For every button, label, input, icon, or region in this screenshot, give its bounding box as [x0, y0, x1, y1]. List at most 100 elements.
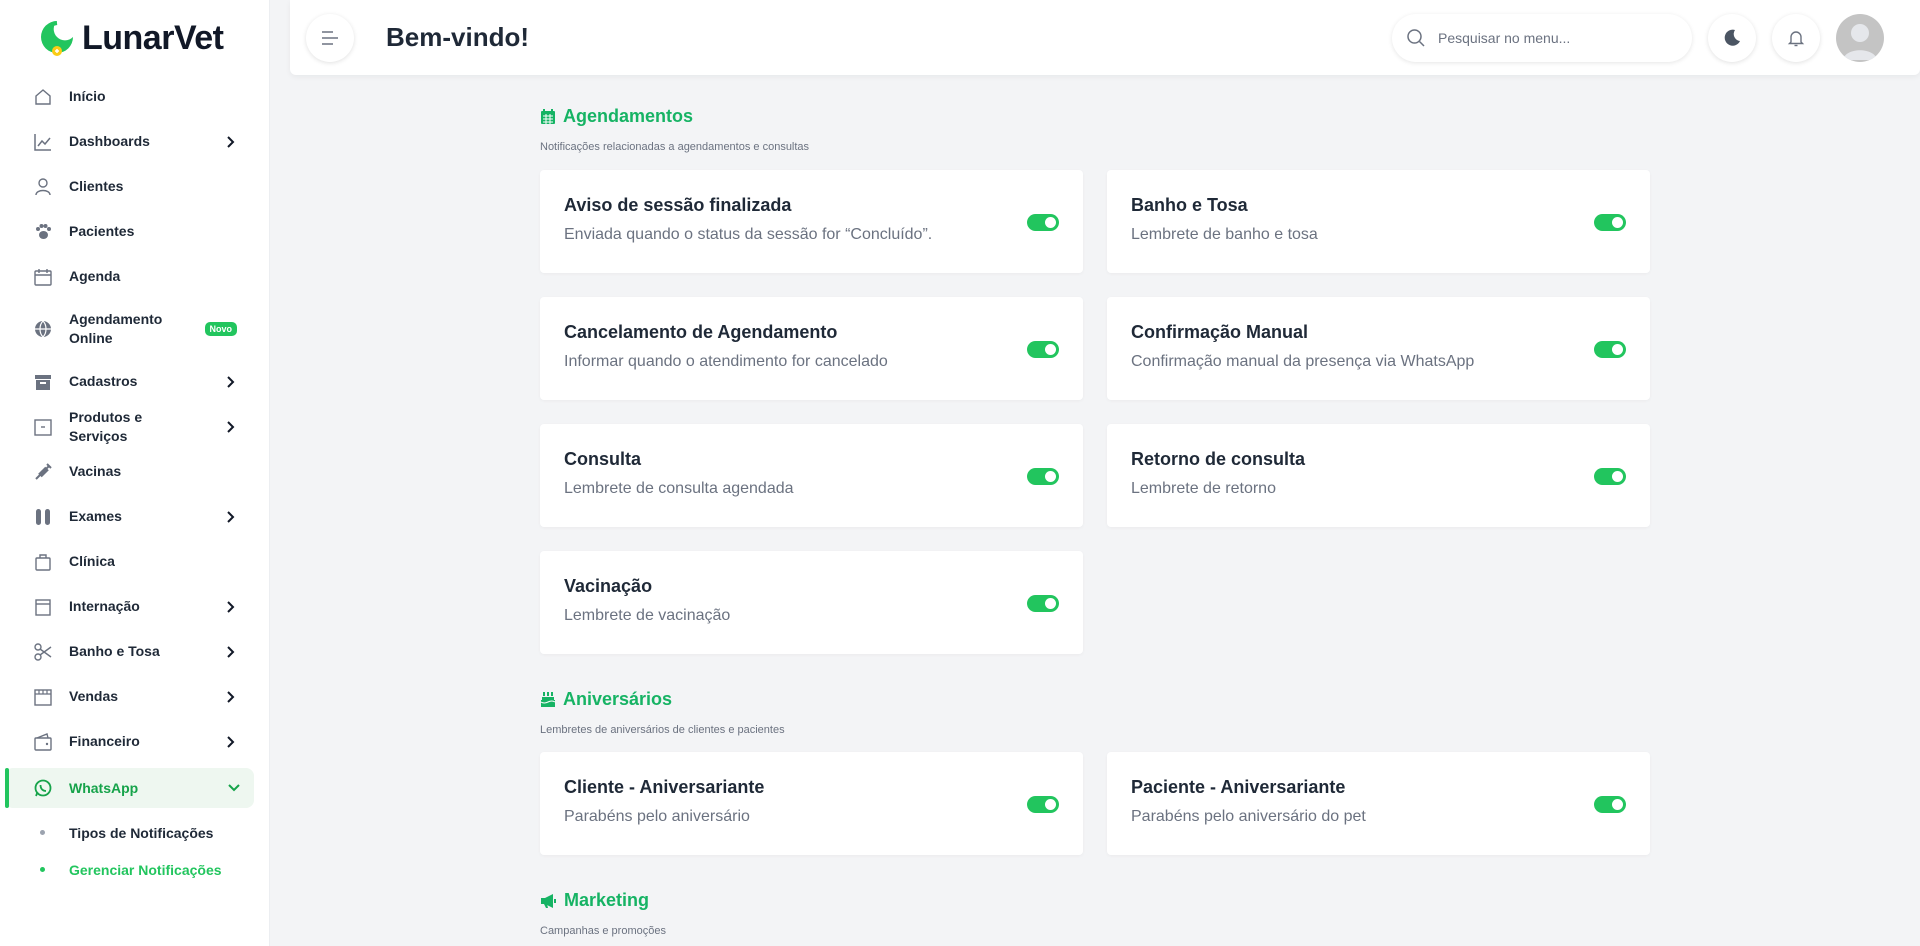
- section-title-text: Marketing: [564, 890, 650, 910]
- sidebar-item-label: Agendamento Online: [69, 311, 163, 346]
- section-title-marketing: Marketing: [540, 890, 649, 911]
- card-title: Banho e Tosa: [1131, 195, 1248, 215]
- notification-card: Paciente - Aniversariante Parabéns pelo …: [1107, 752, 1650, 855]
- notification-card: Retorno de consulta Lembrete de retorno: [1107, 424, 1650, 527]
- enabled-toggle[interactable]: [1027, 341, 1059, 358]
- sidebar-item-agendamento-online[interactable]: Agendamento Online Novo: [0, 299, 270, 359]
- notifications-button[interactable]: [1772, 14, 1820, 62]
- sidebar-item-clientes[interactable]: Clientes: [0, 164, 270, 209]
- sidebar-item-label: WhatsApp: [69, 779, 139, 796]
- notification-card: Banho e Tosa Lembrete de banho e tosa: [1107, 170, 1650, 273]
- chevron-right-icon: [227, 375, 235, 388]
- card-title: Confirmação Manual: [1131, 322, 1309, 342]
- brand-logo[interactable]: LunarVet: [38, 18, 224, 58]
- sidebar-item-dashboards[interactable]: Dashboards: [0, 119, 270, 164]
- sidebar-item-financeiro[interactable]: Financeiro: [0, 719, 270, 764]
- bullet-dot: [40, 867, 45, 872]
- birthday-cake-icon: [540, 692, 556, 707]
- chevron-right-icon: [227, 135, 235, 148]
- enabled-toggle[interactable]: [1594, 468, 1626, 485]
- sidebar-item-label: Vendas: [69, 688, 119, 704]
- notification-card: Cancelamento de Agendamento Informar qua…: [540, 297, 1083, 400]
- calendar-icon: [32, 266, 54, 288]
- sidebar-item-exames[interactable]: Exames: [0, 494, 270, 539]
- enabled-toggle[interactable]: [1027, 468, 1059, 485]
- search-icon: [1407, 29, 1425, 47]
- enabled-toggle[interactable]: [1594, 341, 1626, 358]
- sidebar-item-label: Vacinas: [69, 463, 122, 479]
- sidebar-item-clinica[interactable]: Clínica: [0, 539, 270, 584]
- avatar-icon: [1843, 24, 1877, 60]
- clinic-bag-icon: [32, 551, 54, 573]
- card-title: Vacinação: [564, 576, 653, 596]
- sidebar-item-label: Clínica: [69, 553, 115, 569]
- chevron-right-icon: [227, 600, 235, 613]
- scissors-icon: [32, 641, 54, 663]
- enabled-toggle[interactable]: [1027, 595, 1059, 612]
- moon-icon: [1724, 29, 1740, 46]
- sidebar-item-label: Cadastros: [69, 373, 138, 389]
- card-description: Parabéns pelo aniversário do pet: [1131, 808, 1366, 825]
- sidebar-item-label: Exames: [69, 508, 122, 524]
- notification-card: Confirmação Manual Confirmação manual da…: [1107, 297, 1650, 400]
- sidebar-item-cadastros[interactable]: Cadastros: [0, 359, 270, 404]
- chevron-right-icon: [227, 510, 235, 523]
- section-subtitle: Campanhas e promoções: [540, 925, 666, 937]
- sidebar: LunarVet Início Dashboards Clientes Paci…: [0, 0, 270, 946]
- sidebar-item-label: Pacientes: [69, 223, 135, 239]
- enabled-toggle[interactable]: [1594, 214, 1626, 231]
- submenu-item-tipos-notificacoes[interactable]: Tipos de Notificações: [0, 814, 270, 851]
- user-avatar[interactable]: [1836, 14, 1884, 62]
- submenu-item-gerenciar-notificacoes[interactable]: Gerenciar Notificações: [0, 851, 270, 888]
- sidebar-item-produtos-servicos[interactable]: Produtos e Serviços: [0, 404, 270, 449]
- card-description: Parabéns pelo aniversário: [564, 808, 750, 825]
- card-title: Paciente - Aniversariante: [1131, 777, 1346, 797]
- whatsapp-icon: [32, 777, 54, 799]
- sidebar-item-label: Clientes: [69, 178, 124, 194]
- enabled-toggle[interactable]: [1027, 214, 1059, 231]
- sidebar-item-whatsapp[interactable]: WhatsApp: [5, 768, 254, 808]
- paw-icon: [32, 221, 54, 243]
- menu-icon: [322, 31, 338, 45]
- chevron-right-icon: [227, 735, 235, 748]
- sidebar-item-banho-tosa[interactable]: Banho e Tosa: [0, 629, 270, 674]
- sidebar-item-vacinas[interactable]: Vacinas: [0, 449, 270, 494]
- card-description: Lembrete de banho e tosa: [1131, 226, 1318, 243]
- hospital-icon: [32, 596, 54, 618]
- search-input[interactable]: [1438, 30, 1668, 46]
- chevron-right-icon: [227, 420, 235, 433]
- sidebar-item-internacao[interactable]: Internação: [0, 584, 270, 629]
- enabled-toggle[interactable]: [1594, 796, 1626, 813]
- user-icon: [32, 176, 54, 198]
- sidebar-item-label: Internação: [69, 598, 140, 614]
- store-icon: [32, 686, 54, 708]
- chart-line-icon: [32, 131, 54, 153]
- sidebar-nav: Início Dashboards Clientes Pacientes Age…: [0, 74, 270, 888]
- wallet-icon: [32, 731, 54, 753]
- top-header: Bem-vindo!: [290, 0, 1920, 75]
- brand-name: LunarVet: [82, 18, 224, 57]
- card-description: Confirmação manual da presença via Whats…: [1131, 353, 1475, 370]
- sidebar-item-label: Dashboards: [69, 133, 150, 149]
- sidebar-item-agenda[interactable]: Agenda: [0, 254, 270, 299]
- search-box[interactable]: [1392, 14, 1692, 62]
- section-subtitle: Notificações relacionadas a agendamentos…: [540, 141, 810, 153]
- enabled-toggle[interactable]: [1027, 796, 1059, 813]
- page-title: Bem-vindo!: [386, 22, 529, 52]
- submenu-item-label: Tipos de Notificações: [69, 824, 214, 841]
- menu-toggle-button[interactable]: [306, 14, 354, 62]
- bullet-dot: [40, 830, 45, 835]
- card-description: Enviada quando o status da sessão for “C…: [564, 226, 933, 243]
- dark-mode-button[interactable]: [1708, 14, 1756, 62]
- sidebar-item-label: Produtos e Serviços: [69, 408, 143, 444]
- notification-card: Aviso de sessão finalizada Enviada quand…: [540, 170, 1083, 273]
- sidebar-item-pacientes[interactable]: Pacientes: [0, 209, 270, 254]
- card-description: Lembrete de retorno: [1131, 480, 1276, 497]
- sidebar-item-vendas[interactable]: Vendas: [0, 674, 270, 719]
- sidebar-item-label: Início: [69, 88, 106, 104]
- sidebar-item-label: Agenda: [69, 268, 121, 284]
- chevron-right-icon: [227, 645, 235, 658]
- megaphone-icon: [541, 893, 556, 908]
- sidebar-item-inicio[interactable]: Início: [0, 74, 270, 119]
- syringe-icon: [32, 461, 54, 483]
